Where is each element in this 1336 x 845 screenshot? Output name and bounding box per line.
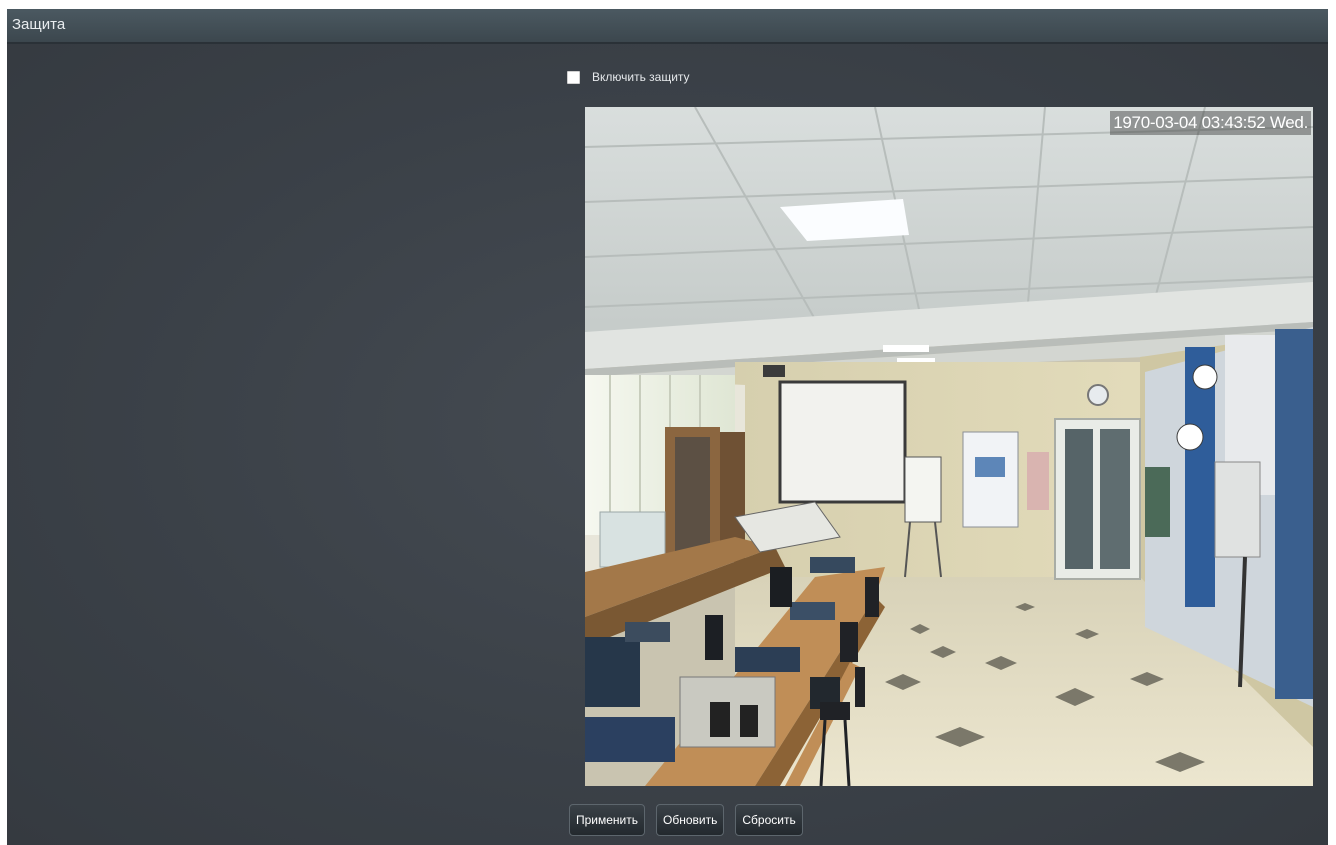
- action-buttons: Применить Обновить Сбросить: [569, 804, 803, 836]
- camera-live-view[interactable]: 1970-03-04 03:43:52 Wed.: [585, 107, 1313, 786]
- protection-panel: Защита Включить защиту 1970-03-04 03:43:…: [7, 9, 1328, 845]
- panel-header: Защита: [7, 9, 1328, 44]
- refresh-button[interactable]: Обновить: [656, 804, 725, 836]
- enable-protection-checkbox[interactable]: [567, 70, 580, 84]
- enable-protection-row[interactable]: Включить защиту: [567, 69, 690, 85]
- reset-button[interactable]: Сбросить: [735, 804, 803, 836]
- apply-button[interactable]: Применить: [569, 804, 646, 836]
- video-timestamp-overlay: 1970-03-04 03:43:52 Wed.: [1110, 111, 1311, 135]
- panel-title: Защита: [12, 16, 66, 33]
- enable-protection-label[interactable]: Включить защиту: [592, 70, 690, 84]
- camera-scene: [585, 107, 1313, 786]
